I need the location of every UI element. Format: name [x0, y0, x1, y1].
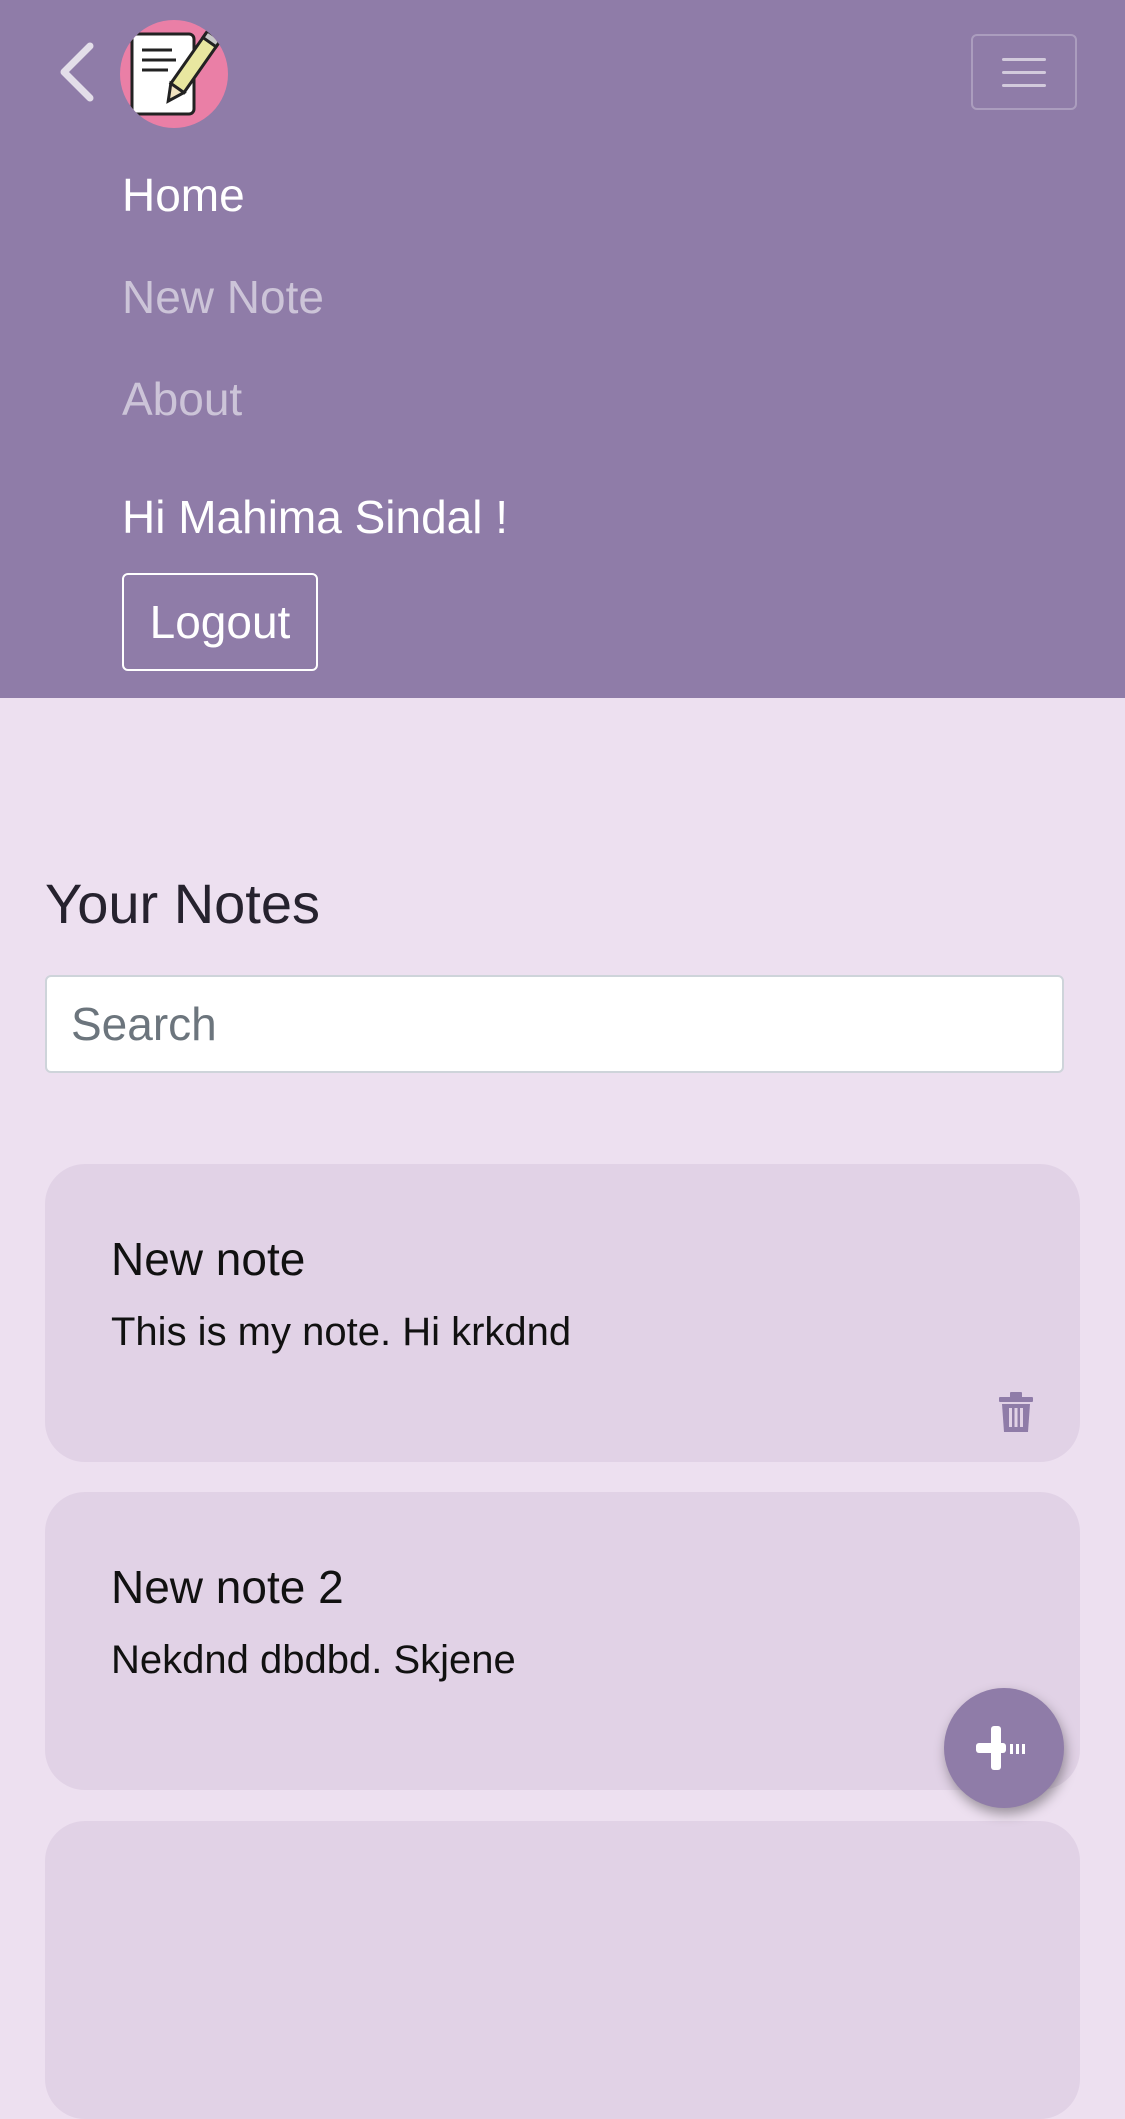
notepad-pencil-icon	[130, 28, 223, 116]
note-body: This is my note. Hi krkdnd	[111, 1310, 572, 1354]
note-card[interactable]: New note 2 Nekdnd dbdbd. Skjene	[45, 1492, 1080, 1790]
chevron-left-icon	[60, 42, 94, 102]
note-card[interactable]	[45, 1821, 1080, 2119]
navbar: Home New Note About Hi Mahima Sindal ! L…	[0, 0, 1125, 698]
user-greeting: Hi Mahima Sindal !	[122, 491, 509, 543]
hamburger-menu-icon-bar	[1002, 83, 1046, 87]
back-button[interactable]	[52, 36, 100, 108]
hamburger-menu-icon-bar	[1002, 70, 1046, 74]
note-card[interactable]: New note This is my note. Hi krkdnd	[45, 1164, 1080, 1462]
add-note-button[interactable]	[944, 1688, 1064, 1808]
add-note-icon	[976, 1726, 1025, 1770]
app-logo[interactable]	[120, 20, 228, 128]
note-title: New note 2	[111, 1561, 344, 1613]
hamburger-menu-icon	[1002, 57, 1046, 61]
note-body: Nekdnd dbdbd. Skjene	[111, 1638, 516, 1682]
menu-toggle-button[interactable]	[971, 34, 1077, 110]
search-input[interactable]	[45, 975, 1064, 1073]
delete-note-button[interactable]	[999, 1392, 1033, 1432]
note-title: New note	[111, 1233, 306, 1285]
nav-link-home[interactable]: Home	[122, 172, 245, 218]
nav-link-new-note[interactable]: New Note	[122, 274, 324, 320]
page-title: Your Notes	[45, 872, 320, 935]
trash-icon	[999, 1392, 1033, 1432]
logout-button[interactable]: Logout	[122, 573, 318, 671]
nav-link-about[interactable]: About	[122, 376, 242, 422]
